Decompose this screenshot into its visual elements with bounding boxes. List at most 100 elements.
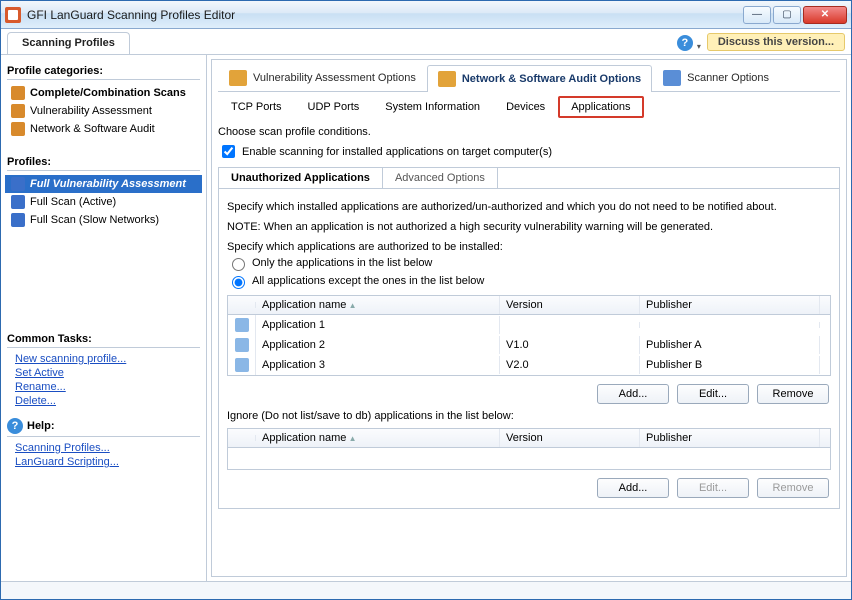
profile-icon: [11, 213, 25, 227]
cell-version: V1.0: [500, 336, 640, 354]
table-row[interactable]: Application 1: [228, 315, 830, 335]
category-network-software-audit[interactable]: Network & Software Audit: [5, 120, 202, 138]
window-title: GFI LanGuard Scanning Profiles Editor: [27, 8, 743, 22]
category-label: Complete/Combination Scans: [30, 87, 186, 99]
col-version[interactable]: Version: [500, 429, 640, 447]
discuss-label: Discuss this version...: [718, 36, 834, 48]
applications-table: Application name Version Publisher Appli…: [227, 295, 831, 376]
top-tabstrip: Scanning Profiles ? ▾ Discuss this versi…: [1, 29, 851, 55]
radio-except-label: All applications except the ones in the …: [252, 275, 484, 287]
app-icon: [235, 318, 249, 332]
table-header[interactable]: Application name Version Publisher: [228, 429, 830, 448]
subtab-applications[interactable]: Applications: [558, 96, 643, 118]
apps-add-button[interactable]: Add...: [597, 384, 669, 404]
option-tabs: Vulnerability Assessment Options Network…: [218, 64, 840, 92]
apps-remove-button[interactable]: Remove: [757, 384, 829, 404]
tab-scanning-profiles[interactable]: Scanning Profiles: [7, 32, 130, 54]
sub-tabs: TCP Ports UDP Ports System Information D…: [218, 96, 840, 118]
section-tab-unauthorized[interactable]: Unauthorized Applications: [219, 168, 383, 188]
profile-label: Full Scan (Slow Networks): [30, 214, 159, 226]
maximize-button[interactable]: ▢: [773, 6, 801, 24]
col-publisher[interactable]: Publisher: [640, 296, 820, 314]
profile-full-vulnerability-assessment[interactable]: Full Vulnerability Assessment: [5, 175, 202, 193]
titlebar: GFI LanGuard Scanning Profiles Editor — …: [1, 1, 851, 29]
cell-publisher: Publisher B: [640, 356, 820, 374]
app-icon: [235, 358, 249, 372]
profile-icon: [11, 195, 25, 209]
profile-label: Full Vulnerability Assessment: [30, 178, 186, 190]
help-icon: ?: [7, 418, 23, 434]
profiles-heading: Profiles:: [7, 156, 200, 171]
section-tab-advanced[interactable]: Advanced Options: [383, 168, 498, 188]
task-set-active[interactable]: Set Active: [15, 366, 200, 380]
task-rename[interactable]: Rename...: [15, 380, 200, 394]
help-scanning-profiles[interactable]: Scanning Profiles...: [15, 441, 200, 455]
profile-icon: [11, 177, 25, 191]
col-publisher[interactable]: Publisher: [640, 429, 820, 447]
radio-all-except[interactable]: [232, 276, 245, 289]
folder-icon: [229, 70, 247, 86]
tab-label: Network & Software Audit Options: [462, 73, 641, 85]
help-heading: ? Help:: [7, 418, 200, 437]
tab-vulnerability-options[interactable]: Vulnerability Assessment Options: [218, 64, 427, 91]
cell-publisher: Publisher A: [640, 336, 820, 354]
folder-icon: [11, 104, 25, 118]
ignore-table: Application name Version Publisher: [227, 428, 831, 470]
minimize-button[interactable]: —: [743, 6, 771, 24]
task-new-scanning-profile[interactable]: New scanning profile...: [15, 352, 200, 366]
subtab-tcp-ports[interactable]: TCP Ports: [218, 96, 295, 118]
section-tabs: Unauthorized Applications Advanced Optio…: [218, 167, 840, 188]
help-languard-scripting[interactable]: LanGuard Scripting...: [15, 455, 200, 469]
radio-heading: Specify which applications are authorize…: [227, 241, 831, 253]
cell-version: V2.0: [500, 356, 640, 374]
subtab-udp-ports[interactable]: UDP Ports: [295, 96, 373, 118]
col-version[interactable]: Version: [500, 296, 640, 314]
tasks-heading: Common Tasks:: [7, 333, 200, 348]
enable-scanning-checkbox[interactable]: [222, 145, 235, 158]
folder-icon: [438, 71, 456, 87]
col-application-name[interactable]: Application name: [256, 296, 500, 314]
help-dropdown-icon[interactable]: ▾: [697, 42, 701, 51]
ignore-remove-button: Remove: [757, 478, 829, 498]
cell-publisher: [640, 322, 820, 328]
tab-scanner-options[interactable]: Scanner Options: [652, 64, 780, 91]
table-row[interactable]: Application 3 V2.0 Publisher B: [228, 355, 830, 375]
radio-only-listed[interactable]: [232, 258, 245, 271]
discuss-version-button[interactable]: Discuss this version...: [707, 33, 845, 51]
magnifier-icon: [663, 70, 681, 86]
folder-icon: [11, 122, 25, 136]
task-delete[interactable]: Delete...: [15, 394, 200, 408]
tab-label: Scanner Options: [687, 72, 769, 84]
subtab-devices[interactable]: Devices: [493, 96, 558, 118]
profile-label: Full Scan (Active): [30, 196, 116, 208]
specify-text: Specify which installed applications are…: [227, 201, 831, 213]
folder-icon: [11, 86, 25, 100]
profile-full-scan-slow[interactable]: Full Scan (Slow Networks): [5, 211, 202, 229]
col-application-name[interactable]: Application name: [256, 429, 500, 447]
radio-only-label: Only the applications in the list below: [252, 257, 432, 269]
content-panel: Vulnerability Assessment Options Network…: [211, 59, 847, 577]
tab-network-software-options[interactable]: Network & Software Audit Options: [427, 65, 652, 92]
cell-version: [500, 322, 640, 328]
category-label: Network & Software Audit: [30, 123, 155, 135]
subtab-system-information[interactable]: System Information: [372, 96, 493, 118]
ignore-heading: Ignore (Do not list/save to db) applicat…: [227, 410, 831, 422]
enable-scanning-label: Enable scanning for installed applicatio…: [242, 146, 552, 158]
cell-name: Application 2: [256, 336, 500, 354]
cell-name: Application 3: [256, 356, 500, 374]
table-header[interactable]: Application name Version Publisher: [228, 296, 830, 315]
app-icon: [5, 7, 21, 23]
apps-edit-button[interactable]: Edit...: [677, 384, 749, 404]
profile-full-scan-active[interactable]: Full Scan (Active): [5, 193, 202, 211]
cell-name: Application 1: [256, 316, 500, 334]
category-label: Vulnerability Assessment: [30, 105, 152, 117]
conditions-label: Choose scan profile conditions.: [218, 126, 840, 138]
help-icon[interactable]: ?: [677, 35, 693, 51]
ignore-add-button[interactable]: Add...: [597, 478, 669, 498]
statusbar: [1, 581, 851, 599]
category-vulnerability-assessment[interactable]: Vulnerability Assessment: [5, 102, 202, 120]
table-row[interactable]: Application 2 V1.0 Publisher A: [228, 335, 830, 355]
close-button[interactable]: ✕: [803, 6, 847, 24]
category-complete-combination[interactable]: Complete/Combination Scans: [5, 84, 202, 102]
app-icon: [235, 338, 249, 352]
